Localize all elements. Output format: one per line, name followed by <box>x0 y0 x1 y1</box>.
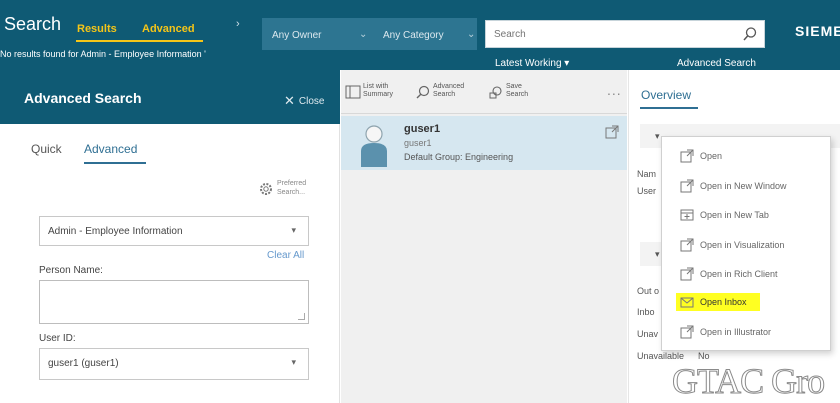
collapse-triangle-icon[interactable]: ▾ <box>655 249 660 260</box>
tab-results[interactable]: Results <box>77 23 117 35</box>
field-label: User <box>637 186 657 196</box>
chevron-down-icon[interactable]: ⌄ <box>359 29 367 40</box>
result-name[interactable]: guser1 <box>404 123 440 135</box>
tab-quick[interactable]: Quick <box>31 142 62 156</box>
category-dropdown[interactable]: Any Category <box>383 30 444 41</box>
menu-item-open-inbox[interactable]: Open Inbox <box>676 293 760 311</box>
save-search-icon[interactable] <box>488 84 504 100</box>
menu-item-open-new-tab[interactable]: Open in New Tab <box>676 206 826 224</box>
preferred-search-button[interactable]: Preferred Search... <box>277 179 306 197</box>
dropdown-arrow-icon[interactable]: ▾ <box>291 357 296 368</box>
list-summary-icon[interactable] <box>345 84 361 100</box>
status-text: No results found for Admin - Employee In… <box>0 49 206 59</box>
menu-item-label: Open in Visualization <box>700 240 785 250</box>
summary-label[interactable]: Summary <box>363 91 393 99</box>
resize-handle-icon[interactable] <box>298 313 305 320</box>
field-label: Unav <box>637 329 659 339</box>
search-label[interactable]: Search... <box>277 188 306 197</box>
open-icon <box>680 238 694 252</box>
dropdown-arrow-icon[interactable]: ▾ <box>291 225 296 236</box>
result-group: Default Group: Engineering <box>404 152 514 162</box>
search-label[interactable]: Search <box>506 91 528 99</box>
close-button[interactable]: ✕ Close <box>284 93 324 109</box>
menu-item-label: Open in Illustrator <box>700 327 772 337</box>
menu-item-open[interactable]: Open <box>676 147 826 165</box>
search-input[interactable] <box>494 22 734 46</box>
result-id: guser1 <box>404 138 432 148</box>
tab-indicator <box>76 40 203 42</box>
search-box[interactable] <box>485 20 765 48</box>
save-search-button[interactable]: Save Search <box>506 83 528 99</box>
inbox-icon <box>680 297 694 308</box>
chevron-right-icon[interactable]: › <box>236 18 240 30</box>
field-label: Inbo <box>637 307 655 317</box>
menu-item-open-new-window[interactable]: Open in New Window <box>676 177 826 195</box>
brand-logo: SIEMENS <box>795 23 840 39</box>
preferred-label[interactable]: Preferred <box>277 179 306 188</box>
search-label[interactable]: Search <box>433 91 464 99</box>
query-class-value: Admin - Employee Information <box>48 226 183 237</box>
field-label: Out o <box>637 286 660 296</box>
close-label[interactable]: Close <box>299 96 325 107</box>
tab-advanced-search[interactable]: Advanced <box>84 142 137 156</box>
query-class-select[interactable]: Admin - Employee Information ▾ <box>39 216 309 246</box>
user-id-value: guser1 (guser1) <box>48 358 119 369</box>
menu-item-open-rich-client[interactable]: Open in Rich Client <box>676 265 826 283</box>
app-title: Search <box>4 14 62 34</box>
user-id-select[interactable]: guser1 (guser1) ▾ <box>39 348 309 380</box>
list-with-summary-button[interactable]: List with Summary <box>363 83 393 99</box>
clear-all-link[interactable]: Clear All <box>267 250 304 261</box>
tab-advanced[interactable]: Advanced <box>142 23 195 35</box>
collapse-triangle-icon[interactable]: ▾ <box>655 131 660 142</box>
list-with-label[interactable]: List with <box>363 83 393 91</box>
field-label: Nam <box>637 169 657 179</box>
menu-item-label: Open in Rich Client <box>700 269 778 279</box>
save-label[interactable]: Save <box>506 83 528 91</box>
close-icon[interactable]: ✕ <box>284 93 295 108</box>
person-name-label: Person Name: <box>39 265 103 276</box>
tab-overview[interactable]: Overview <box>641 88 691 102</box>
tab-indicator <box>84 162 146 164</box>
advanced-search-link[interactable]: Advanced Search <box>677 58 756 69</box>
advanced-search-icon[interactable] <box>415 84 431 100</box>
open-in-icon[interactable] <box>605 125 619 139</box>
open-icon <box>680 149 694 163</box>
open-icon <box>680 179 694 193</box>
person-name-field[interactable] <box>39 280 309 324</box>
advanced-label[interactable]: Advanced <box>433 83 464 91</box>
chevron-down-icon[interactable]: ⌄ <box>467 29 475 40</box>
gear-icon[interactable] <box>258 181 274 197</box>
advanced-search-button[interactable]: Advanced Search <box>433 83 464 99</box>
panel-title: Advanced Search <box>24 90 142 106</box>
menu-item-label: Open in New Window <box>700 181 787 191</box>
tab-indicator <box>640 107 698 109</box>
menu-item-label: Open <box>700 151 723 161</box>
search-icon[interactable] <box>742 26 758 42</box>
owner-dropdown[interactable]: Any Owner <box>272 30 321 41</box>
menu-item-open-illustrator[interactable]: Open in Illustrator <box>676 323 826 341</box>
watermark: GTAC Gro <box>671 361 825 402</box>
user-id-label: User ID: <box>39 333 76 344</box>
user-avatar-icon <box>361 125 387 167</box>
menu-item-label: Open Inbox <box>700 297 747 307</box>
open-icon <box>680 325 694 339</box>
open-icon <box>680 267 694 281</box>
latest-working-dropdown[interactable]: Latest Working ▾ <box>495 58 569 69</box>
menu-item-open-visualization[interactable]: Open in Visualization <box>676 236 826 254</box>
new-tab-icon <box>680 209 694 221</box>
more-menu-button[interactable]: ... <box>607 82 622 98</box>
menu-item-label: Open in New Tab <box>700 210 769 220</box>
